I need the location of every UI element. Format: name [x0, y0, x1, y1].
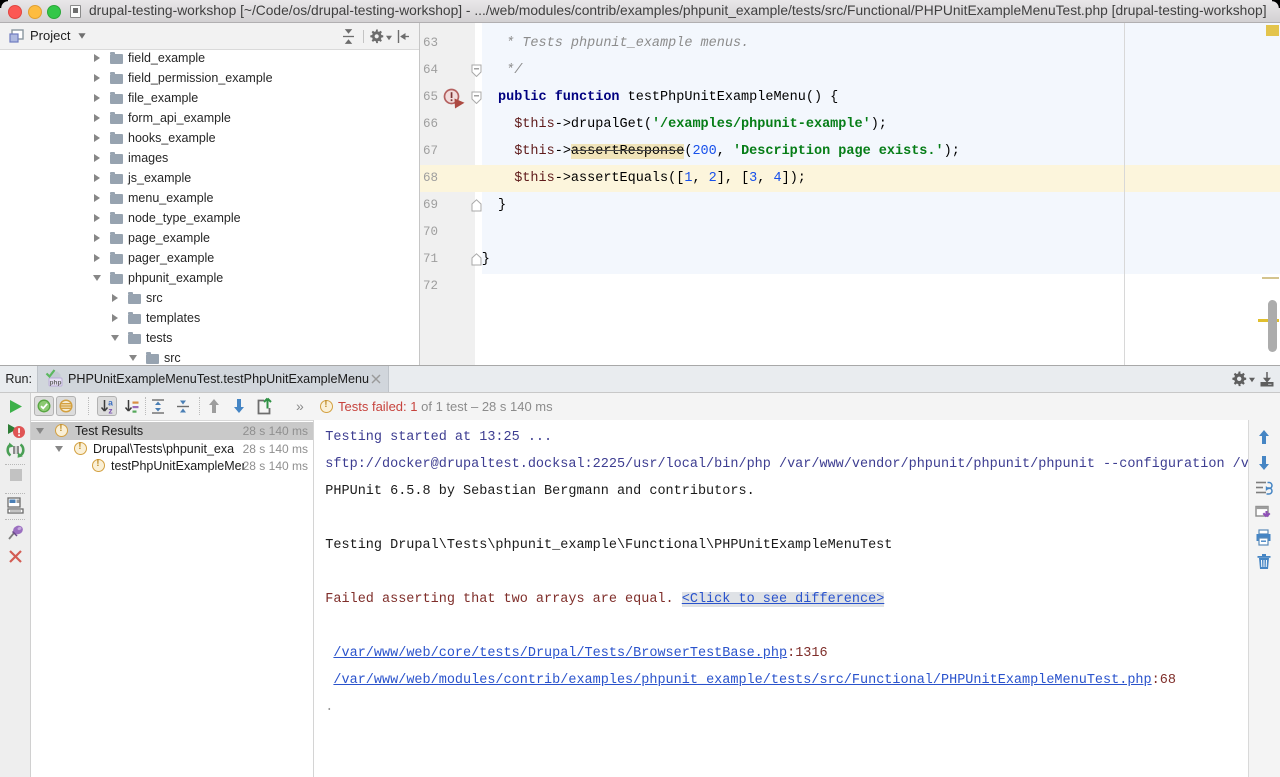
svg-text:z: z	[108, 406, 112, 415]
svg-text:php: php	[50, 380, 62, 387]
